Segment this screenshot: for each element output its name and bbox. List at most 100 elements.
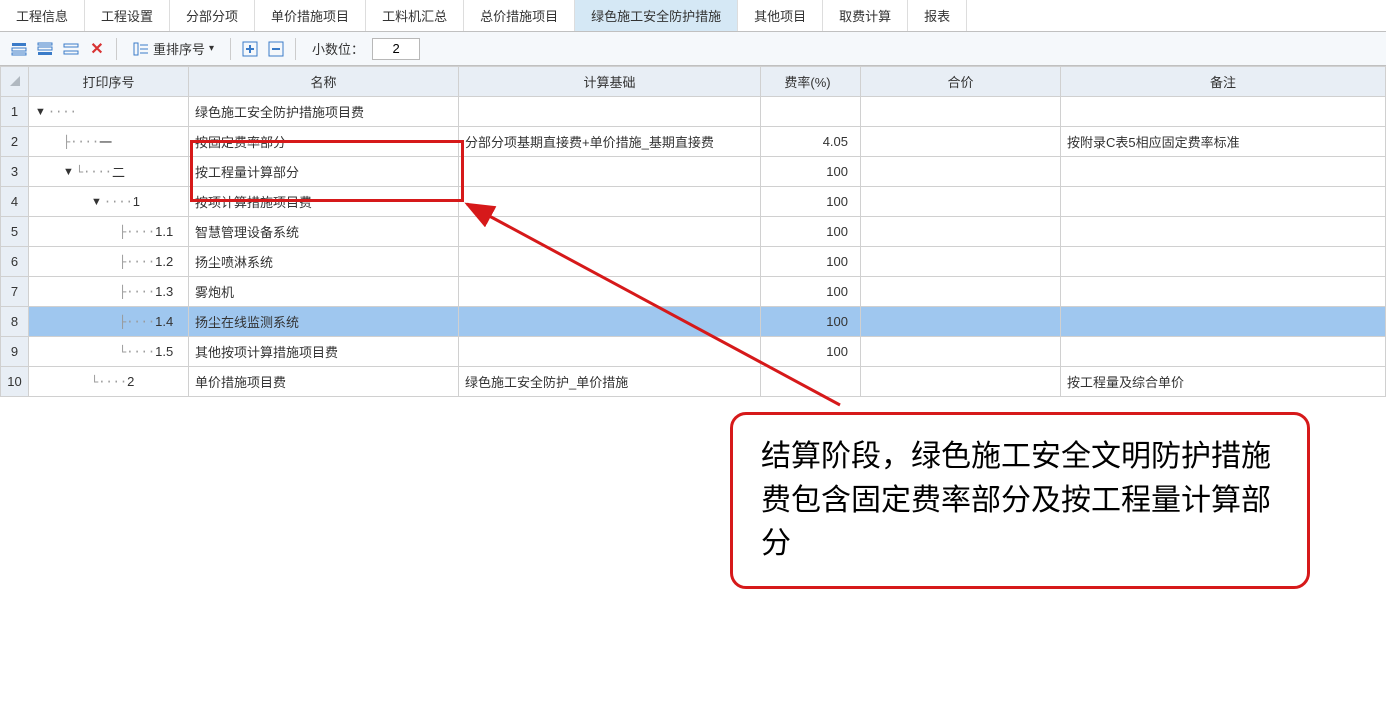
rate-cell[interactable]: 100 [761, 337, 861, 367]
table-row[interactable]: 8├····1.4扬尘在线监测系统100 [1, 307, 1386, 337]
corner-cell[interactable] [1, 67, 29, 97]
decimal-input[interactable] [372, 38, 420, 60]
row-number[interactable]: 8 [1, 307, 29, 337]
col-print[interactable]: 打印序号 [29, 67, 189, 97]
remark-cell[interactable] [1061, 337, 1386, 367]
name-cell[interactable]: 绿色施工安全防护措施项目费 [189, 97, 459, 127]
tab-total-price-measures[interactable]: 总价措施项目 [464, 0, 575, 31]
delete-icon[interactable]: ✕ [86, 38, 108, 60]
remark-cell[interactable] [1061, 187, 1386, 217]
rate-cell[interactable]: 100 [761, 157, 861, 187]
name-cell[interactable]: 扬尘喷淋系统 [189, 247, 459, 277]
tab-unit-price-measures[interactable]: 单价措施项目 [255, 0, 366, 31]
calc-basis-cell[interactable] [459, 307, 761, 337]
table-row[interactable]: 10└····2单价措施项目费绿色施工安全防护_单价措施 按工程量及综合单价 [1, 367, 1386, 397]
expand-toggle-icon[interactable]: ▼ [91, 196, 102, 208]
tab-fee-calculation[interactable]: 取费计算 [823, 0, 908, 31]
print-sequence-cell[interactable]: ▼└····二 [29, 157, 189, 187]
col-remark[interactable]: 备注 [1061, 67, 1386, 97]
remark-cell[interactable]: 按工程量及综合单价 [1061, 367, 1386, 397]
tab-green-construction-safety[interactable]: 绿色施工安全防护措施 [575, 0, 738, 31]
rate-cell[interactable]: 4.05 [761, 127, 861, 157]
table-row[interactable]: 7├····1.3雾炮机 100 [1, 277, 1386, 307]
print-sequence-cell[interactable]: ├····1.2 [29, 247, 189, 277]
remark-cell[interactable] [1061, 307, 1386, 337]
remark-cell[interactable]: 按附录C表5相应固定费率标准 [1061, 127, 1386, 157]
total-cell[interactable] [861, 307, 1061, 337]
total-cell[interactable] [861, 187, 1061, 217]
rate-cell[interactable]: 100 [761, 187, 861, 217]
rate-cell[interactable]: 100 [761, 247, 861, 277]
total-cell[interactable] [861, 217, 1061, 247]
calc-basis-cell[interactable] [459, 277, 761, 307]
calc-basis-cell[interactable] [459, 217, 761, 247]
expand-toggle-icon[interactable]: ▼ [63, 166, 74, 178]
name-cell[interactable]: 单价措施项目费 [189, 367, 459, 397]
row-number[interactable]: 3 [1, 157, 29, 187]
total-cell[interactable] [861, 337, 1061, 367]
zoom-out-icon[interactable] [265, 38, 287, 60]
calc-basis-cell[interactable] [459, 247, 761, 277]
print-sequence-cell[interactable]: └····1.5 [29, 337, 189, 367]
tab-project-info[interactable]: 工程信息 [0, 0, 85, 31]
row-number[interactable]: 10 [1, 367, 29, 397]
name-cell[interactable]: 其他按项计算措施项目费 [189, 337, 459, 367]
remark-cell[interactable] [1061, 97, 1386, 127]
tab-sections[interactable]: 分部分项 [170, 0, 255, 31]
row-number[interactable]: 6 [1, 247, 29, 277]
remark-cell[interactable] [1061, 277, 1386, 307]
col-name[interactable]: 名称 [189, 67, 459, 97]
total-cell[interactable] [861, 247, 1061, 277]
name-cell[interactable]: 按项计算措施项目费 [189, 187, 459, 217]
rate-cell[interactable] [761, 367, 861, 397]
table-row[interactable]: 2├····一按固定费率部分分部分项基期直接费+单价措施_基期直接费4.05按附… [1, 127, 1386, 157]
row-number[interactable]: 9 [1, 337, 29, 367]
table-row[interactable]: 5├····1.1智慧管理设备系统 100 [1, 217, 1386, 247]
name-cell[interactable]: 按固定费率部分 [189, 127, 459, 157]
zoom-in-icon[interactable] [239, 38, 261, 60]
name-cell[interactable]: 雾炮机 [189, 277, 459, 307]
tab-material-summary[interactable]: 工料机汇总 [366, 0, 464, 31]
calc-basis-cell[interactable] [459, 337, 761, 367]
total-cell[interactable] [861, 157, 1061, 187]
reorder-dropdown[interactable]: 重排序号 ▾ [125, 37, 222, 60]
name-cell[interactable]: 智慧管理设备系统 [189, 217, 459, 247]
tab-other-projects[interactable]: 其他项目 [738, 0, 823, 31]
print-sequence-cell[interactable]: ├····1.1 [29, 217, 189, 247]
total-cell[interactable] [861, 127, 1061, 157]
tab-reports[interactable]: 报表 [908, 0, 967, 31]
table-row[interactable]: 9└····1.5其他按项计算措施项目费 100 [1, 337, 1386, 367]
tab-project-settings[interactable]: 工程设置 [85, 0, 170, 31]
name-cell[interactable]: 按工程量计算部分 [189, 157, 459, 187]
calc-basis-cell[interactable] [459, 187, 761, 217]
total-cell[interactable] [861, 367, 1061, 397]
row-number[interactable]: 5 [1, 217, 29, 247]
print-sequence-cell[interactable]: ▼···· [29, 97, 189, 127]
name-cell[interactable]: 扬尘在线监测系统 [189, 307, 459, 337]
table-row[interactable]: 6├····1.2扬尘喷淋系统 100 [1, 247, 1386, 277]
remark-cell[interactable] [1061, 217, 1386, 247]
rate-cell[interactable]: 100 [761, 217, 861, 247]
row-duplicate-icon[interactable] [60, 38, 82, 60]
row-number[interactable]: 4 [1, 187, 29, 217]
rate-cell[interactable]: 100 [761, 277, 861, 307]
row-number[interactable]: 1 [1, 97, 29, 127]
print-sequence-cell[interactable]: └····2 [29, 367, 189, 397]
row-insert-above-icon[interactable] [8, 38, 30, 60]
expand-toggle-icon[interactable]: ▼ [35, 106, 46, 118]
table-row[interactable]: 1▼····绿色施工安全防护措施项目费 [1, 97, 1386, 127]
row-number[interactable]: 7 [1, 277, 29, 307]
rate-cell[interactable] [761, 97, 861, 127]
print-sequence-cell[interactable]: ├····1.3 [29, 277, 189, 307]
table-row[interactable]: 4▼····1按项计算措施项目费 100 [1, 187, 1386, 217]
total-cell[interactable] [861, 97, 1061, 127]
calc-basis-cell[interactable]: 分部分项基期直接费+单价措施_基期直接费 [459, 127, 761, 157]
calc-basis-cell[interactable]: 绿色施工安全防护_单价措施 [459, 367, 761, 397]
remark-cell[interactable] [1061, 157, 1386, 187]
calc-basis-cell[interactable] [459, 97, 761, 127]
row-insert-below-icon[interactable] [34, 38, 56, 60]
total-cell[interactable] [861, 277, 1061, 307]
print-sequence-cell[interactable]: ▼····1 [29, 187, 189, 217]
rate-cell[interactable]: 100 [761, 307, 861, 337]
col-total[interactable]: 合价 [861, 67, 1061, 97]
